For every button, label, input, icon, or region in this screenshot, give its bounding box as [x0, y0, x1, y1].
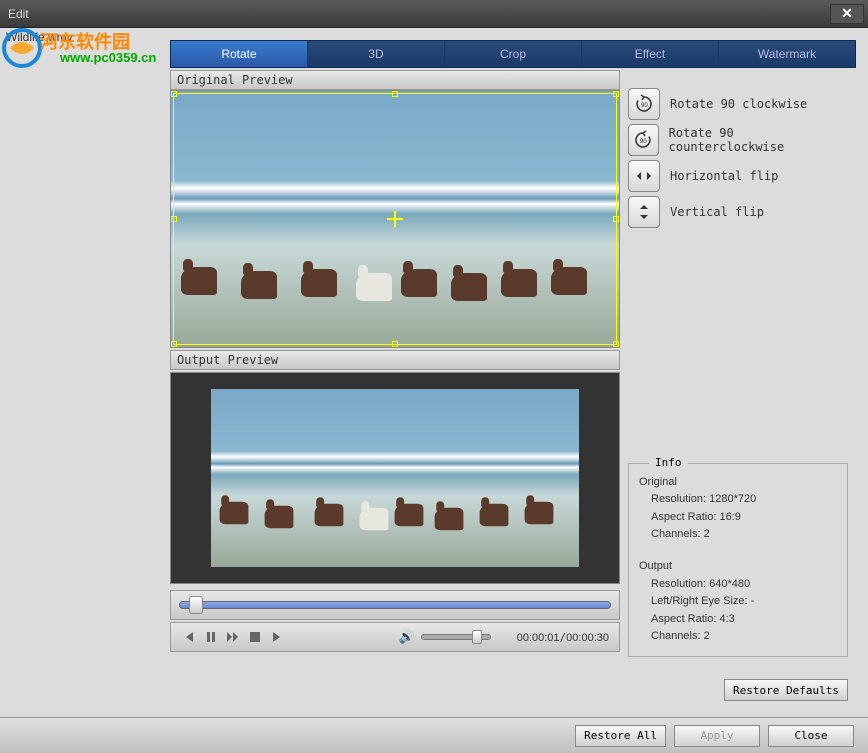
info-output-aspect: Aspect Ratio: 4:3 [639, 611, 837, 629]
info-output-resolution: Resolution: 640*480 [639, 576, 837, 594]
info-original-aspect: Aspect Ratio: 16:9 [639, 509, 837, 527]
titlebar: Edit ✕ [0, 0, 868, 28]
rotate-cw-button[interactable]: 90 Rotate 90 clockwise [628, 88, 848, 120]
tab-rotate[interactable]: Rotate [171, 41, 308, 67]
rotate-cw-icon: 90 [628, 88, 660, 120]
flip-vertical-label: Vertical flip [670, 205, 764, 219]
original-video-frame [171, 91, 619, 347]
crop-handle-tr[interactable] [613, 91, 619, 97]
site-url: www.pc0359.cn [60, 50, 156, 65]
close-icon: ✕ [841, 5, 853, 22]
crop-frame[interactable] [173, 93, 617, 345]
restore-all-button[interactable]: Restore All [575, 725, 666, 747]
volume-slider[interactable] [421, 634, 491, 640]
flip-horizontal-button[interactable]: Horizontal flip [628, 160, 848, 192]
tab-watermark[interactable]: Watermark [719, 41, 855, 67]
crop-handle-ml[interactable] [171, 216, 177, 222]
info-output-header: Output [639, 558, 837, 576]
volume-thumb[interactable] [472, 630, 482, 644]
flip-horizontal-label: Horizontal flip [670, 169, 778, 183]
main-area: Original Preview [170, 70, 856, 705]
next-frame-button[interactable] [269, 629, 285, 645]
info-box: Info Original Resolution: 1280*720 Aspec… [628, 463, 848, 657]
original-preview[interactable] [170, 90, 620, 348]
pause-icon [205, 631, 217, 643]
info-original-header: Original [639, 474, 837, 492]
tab-3d[interactable]: 3D [308, 41, 445, 67]
crosshair-icon [387, 211, 403, 227]
crop-handle-bc[interactable] [392, 341, 398, 347]
stop-icon [249, 631, 261, 643]
fast-forward-icon [226, 631, 240, 643]
info-original-resolution: Resolution: 1280*720 [639, 491, 837, 509]
footer: Restore All Apply Close [0, 717, 868, 753]
window-title: Edit [4, 7, 29, 21]
crop-handle-tl[interactable] [171, 91, 177, 97]
window-close-button[interactable]: ✕ [830, 4, 864, 24]
scrub-bar [170, 590, 620, 620]
rotate-options: 90 Rotate 90 clockwise 90 Rotate 90 coun… [628, 74, 848, 228]
restore-defaults-button[interactable]: Restore Defaults [724, 679, 848, 701]
flip-horizontal-icon [628, 160, 660, 192]
tab-crop[interactable]: Crop [445, 41, 582, 67]
info-original-channels: Channels: 2 [639, 526, 837, 544]
options-column: 90 Rotate 90 clockwise 90 Rotate 90 coun… [620, 70, 856, 705]
scrub-thumb[interactable] [189, 596, 203, 614]
edit-tabs: Rotate 3D Crop Effect Watermark [170, 40, 856, 68]
info-output-channels: Channels: 2 [639, 628, 837, 646]
crop-handle-br[interactable] [613, 341, 619, 347]
svg-text:90: 90 [640, 139, 647, 145]
stop-button[interactable] [247, 629, 263, 645]
tab-effect[interactable]: Effect [582, 41, 719, 67]
rotate-ccw-label: Rotate 90 counterclockwise [669, 126, 848, 154]
fast-forward-button[interactable] [225, 629, 241, 645]
svg-text:90: 90 [641, 103, 648, 109]
watermark-overlay: Wildlife.wmv 河东软件园 www.pc0359.cn [0, 28, 170, 63]
content-area: Rotate 3D Crop Effect Watermark Original… [0, 28, 868, 717]
pause-button[interactable] [203, 629, 219, 645]
flip-vertical-icon [628, 196, 660, 228]
crop-handle-tc[interactable] [392, 91, 398, 97]
output-preview-label: Output Preview [170, 350, 620, 370]
playback-controls: 🔊 00:00:01/00:00:30 [170, 622, 620, 652]
time-display: 00:00:01/00:00:30 [517, 631, 609, 644]
rotate-ccw-button[interactable]: 90 Rotate 90 counterclockwise [628, 124, 848, 156]
prev-frame-icon [183, 631, 195, 643]
preview-column: Original Preview [170, 70, 620, 705]
rotate-ccw-icon: 90 [628, 124, 659, 156]
info-original: Original Resolution: 1280*720 Aspect Rat… [639, 474, 837, 544]
original-preview-label: Original Preview [170, 70, 620, 90]
info-output: Output Resolution: 640*480 Left/Right Ey… [639, 558, 837, 646]
info-legend: Info [649, 456, 688, 469]
crop-handle-bl[interactable] [171, 341, 177, 347]
crop-handle-mr[interactable] [613, 216, 619, 222]
scrub-track[interactable] [179, 601, 611, 609]
prev-frame-button[interactable] [181, 629, 197, 645]
info-output-eyesize: Left/Right Eye Size: - [639, 593, 837, 611]
output-preview [170, 372, 620, 584]
flip-vertical-button[interactable]: Vertical flip [628, 196, 848, 228]
apply-button[interactable]: Apply [674, 725, 760, 747]
edit-window: Edit ✕ Wildlife.wmv 河东软件园 www.pc0359.cn … [0, 0, 868, 753]
next-frame-icon [271, 631, 283, 643]
volume-icon: 🔊 [399, 629, 415, 645]
rotate-cw-label: Rotate 90 clockwise [670, 97, 807, 111]
close-button[interactable]: Close [768, 725, 854, 747]
output-video-content [211, 389, 579, 567]
